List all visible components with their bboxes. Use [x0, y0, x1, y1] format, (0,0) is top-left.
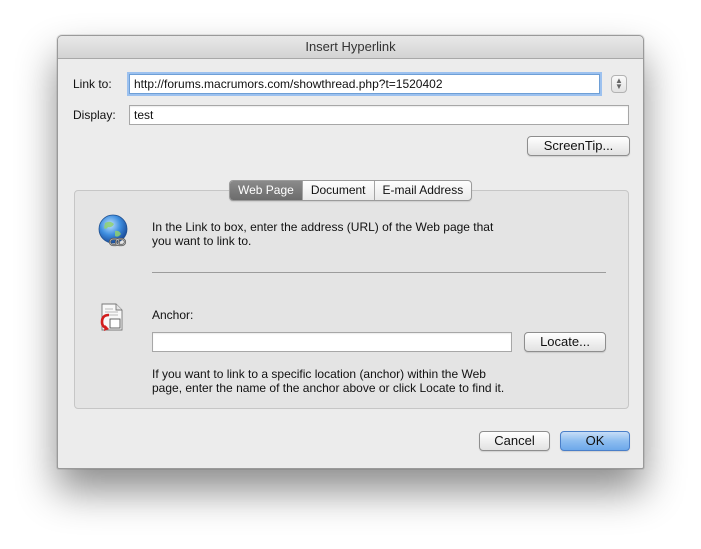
- instruction-line-1: In the Link to box, enter the address (U…: [152, 220, 494, 234]
- ok-button[interactable]: OK: [560, 431, 630, 451]
- web-page-instruction: In the Link to box, enter the address (U…: [152, 220, 493, 248]
- tab-document[interactable]: Document: [303, 181, 375, 200]
- cancel-button[interactable]: Cancel: [479, 431, 550, 451]
- instruction-line-2: you want to link to.: [152, 234, 252, 248]
- insert-hyperlink-dialog: Insert Hyperlink Link to: http://forums.…: [57, 35, 644, 469]
- display-input[interactable]: test: [129, 105, 629, 125]
- window-title: Insert Hyperlink: [58, 36, 643, 59]
- link-to-input[interactable]: http://forums.macrumors.com/showthread.p…: [129, 74, 600, 94]
- globe-link-icon: [98, 214, 128, 247]
- link-to-label: Link to:: [73, 77, 112, 91]
- chevron-down-icon: ▼: [615, 82, 623, 91]
- tab-email-address[interactable]: E-mail Address: [375, 181, 472, 200]
- anchor-document-icon: [100, 303, 123, 331]
- display-label: Display:: [73, 108, 116, 122]
- anchor-help-line-2: page, enter the name of the anchor above…: [152, 381, 505, 395]
- link-type-tabs: Web Page Document E-mail Address: [229, 180, 473, 201]
- anchor-input[interactable]: [152, 332, 512, 352]
- tab-web-page[interactable]: Web Page: [230, 181, 303, 200]
- screentip-button[interactable]: ScreenTip...: [527, 136, 630, 156]
- anchor-help: If you want to link to a specific locati…: [152, 367, 504, 395]
- section-divider: [152, 272, 606, 273]
- link-to-history-stepper[interactable]: ▲ ▼: [611, 75, 627, 93]
- anchor-label: Anchor:: [152, 308, 194, 322]
- locate-button[interactable]: Locate...: [524, 332, 606, 352]
- anchor-help-line-1: If you want to link to a specific locati…: [152, 367, 486, 381]
